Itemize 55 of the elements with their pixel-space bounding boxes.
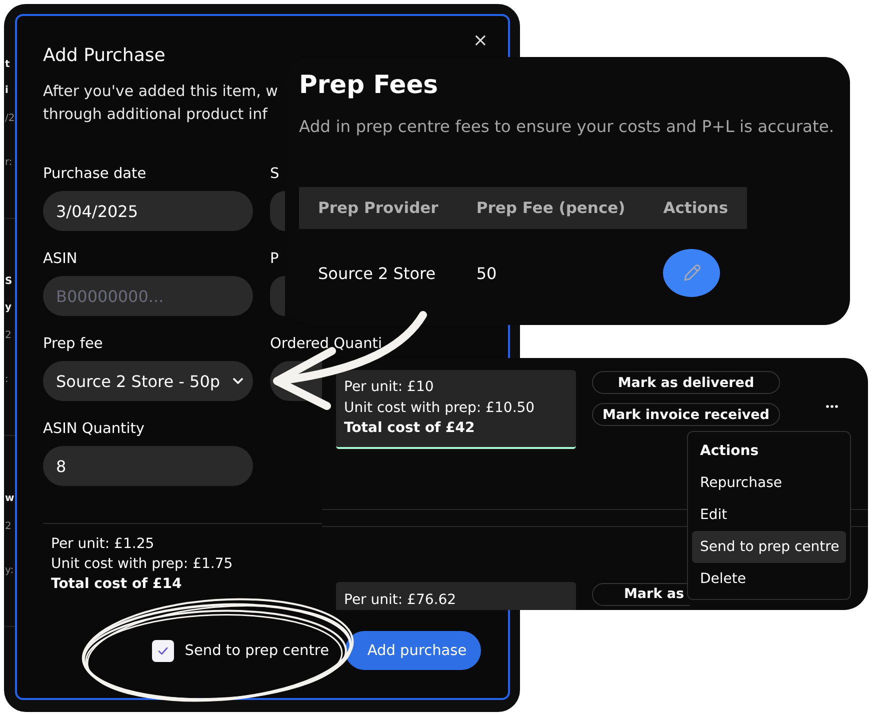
field-label: Ordered Quanti [270, 335, 382, 354]
menu-title: Actions [699, 442, 760, 461]
field-label: S [270, 165, 280, 184]
card-title: Prep Fees [299, 69, 438, 101]
table-cell: 50 [457, 229, 644, 317]
list-text-fragment: i [4, 84, 10, 98]
list-text-fragment: r: [4, 156, 14, 170]
field-label: P [270, 250, 279, 269]
menu-item[interactable]: Delete [692, 563, 846, 595]
list-text-fragment: 2 [4, 520, 12, 534]
more-icon[interactable] [826, 405, 838, 408]
summary-text: Per unit: £1.25 [51, 535, 154, 554]
list-text-fragment: y: [4, 564, 15, 578]
card-subtitle: Add in prep centre fees to ensure your costs and P+L is accurate. [299, 117, 834, 137]
summary-text: Per unit: £76.62 [344, 590, 456, 610]
modal-title: Add Purchase [43, 44, 166, 68]
mark-button[interactable]: Mark as delivered [592, 371, 780, 394]
mark-button[interactable]: Mark invoice received [592, 403, 780, 426]
field-label: Prep fee [43, 335, 103, 354]
pencil-icon [682, 263, 702, 283]
checkbox-label[interactable]: Send to prep centre [184, 642, 329, 658]
description-text: After you've added this item, w [43, 81, 278, 102]
input-field[interactable]: 3/04/2025 [43, 191, 253, 231]
total-cost-text: Total cost of £14 [51, 575, 182, 594]
field-label: Purchase date [43, 165, 146, 184]
column-header: Prep Fee (pence) [457, 187, 644, 229]
checkbox[interactable] [152, 640, 174, 662]
field-label: ASIN [43, 250, 78, 269]
table-cell: Source 2 Store [299, 229, 458, 317]
list-text-fragment: t [4, 58, 11, 72]
dropdown-field[interactable]: Source 2 Store - 50p [43, 361, 253, 401]
list-text-fragment: S [4, 275, 14, 289]
add-purchase-button[interactable]: Add purchase [345, 631, 481, 670]
column-header: Prep Provider [299, 187, 458, 229]
column-header: Actions [644, 187, 748, 229]
menu-item[interactable]: Edit [692, 499, 846, 531]
checkmark-icon [158, 646, 168, 654]
menu-item[interactable]: Send to prep centre [692, 531, 846, 563]
summary-text: Unit cost with prep: £1.75 [51, 555, 233, 574]
total-cost-text: Total cost of £42 [344, 419, 475, 438]
list-text-fragment: w [4, 492, 15, 506]
list-text-fragment: 2 [4, 329, 12, 343]
list-text-fragment: y [4, 301, 13, 315]
input-field[interactable]: 8 [43, 446, 253, 486]
input-field[interactable] [270, 276, 285, 316]
menu-item[interactable]: Repurchase [692, 467, 846, 499]
input-field[interactable] [270, 191, 285, 231]
list-text-fragment: /2 [4, 112, 15, 126]
list-text-fragment: : [4, 373, 10, 387]
chevron-down-icon [233, 378, 243, 384]
field-label: ASIN Quantity [43, 420, 145, 439]
description-text: through additional product inf [43, 104, 268, 125]
close-button[interactable]: × [468, 30, 492, 52]
summary-text: Per unit: £10 [344, 378, 434, 397]
summary-text: Unit cost with prep: £10.50 [344, 398, 535, 418]
